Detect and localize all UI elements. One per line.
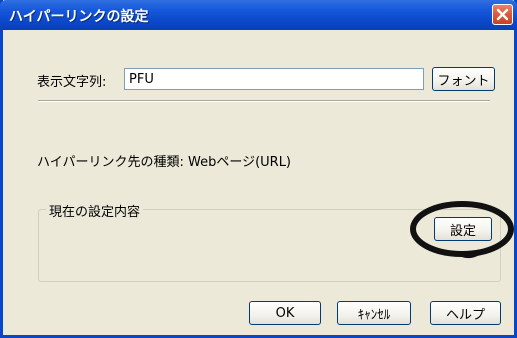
window-title: ハイパーリンクの設定 (9, 9, 149, 25)
title-bar[interactable]: ハイパーリンクの設定 (0, 0, 517, 30)
close-button[interactable] (492, 4, 513, 25)
separator-line (38, 100, 490, 102)
display-text-input[interactable] (124, 68, 424, 90)
close-x-icon (496, 8, 509, 21)
link-type-text: ハイパーリンク先の種類: Webページ(URL) (37, 155, 292, 170)
ok-button[interactable]: OK (249, 301, 321, 325)
font-button[interactable]: フォント (432, 67, 495, 91)
current-settings-group-title: 現在の設定内容 (46, 201, 144, 220)
display-text-label: 表示文字列: (37, 75, 107, 90)
settings-button[interactable]: 設定 (434, 217, 492, 241)
help-button[interactable]: ヘルプ (430, 301, 501, 325)
cancel-button[interactable]: ｷｬﾝｾﾙ (337, 301, 411, 325)
